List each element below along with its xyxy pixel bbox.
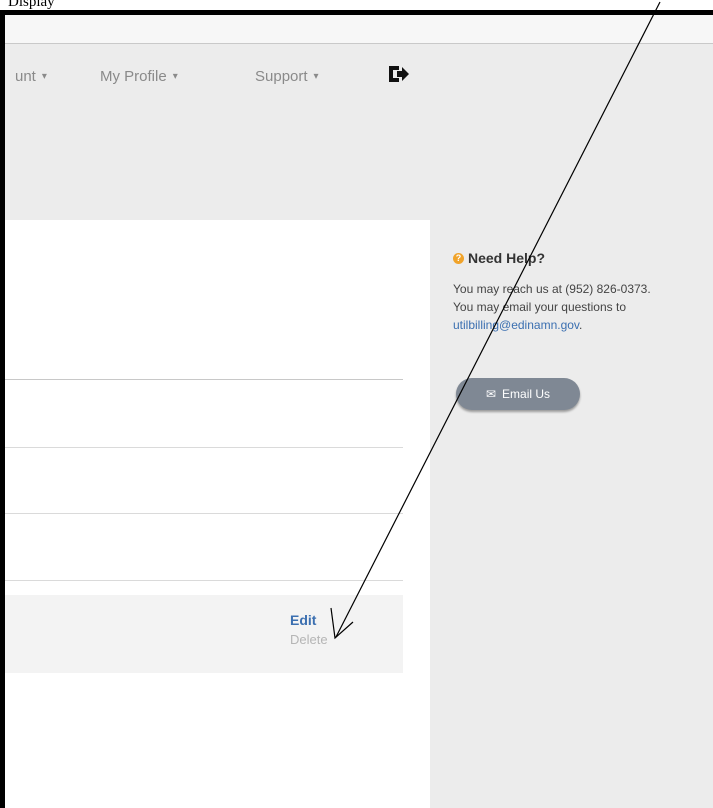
- envelope-icon: ✉: [485, 387, 497, 401]
- nav-support-label: Support: [255, 68, 308, 85]
- table-row: Edit Delete: [5, 595, 403, 673]
- divider: [5, 580, 403, 581]
- browser-frame: unt ▾ My Profile ▾ Support ▾ Edit Delete ? …: [0, 10, 713, 808]
- chevron-down-icon: ▾: [172, 71, 178, 82]
- chevron-down-icon: ▾: [41, 71, 47, 82]
- question-circle-icon: ?: [453, 252, 464, 264]
- divider: [5, 513, 403, 514]
- main-card: Edit Delete: [5, 220, 430, 808]
- delete-link[interactable]: Delete: [290, 632, 328, 647]
- help-panel: ? Need Help? You may reach us at (952) 8…: [453, 250, 713, 410]
- help-email-suffix: .: [579, 318, 583, 332]
- help-title-text: Need Help?: [468, 250, 546, 266]
- nav-my-profile[interactable]: My Profile ▾: [100, 68, 178, 85]
- email-us-button[interactable]: ✉ Email Us: [456, 378, 580, 410]
- help-phone-line: You may reach us at (952) 826-0373.: [453, 282, 651, 296]
- edit-link[interactable]: Edit: [290, 612, 316, 628]
- nav-bar: unt ▾ My Profile ▾ Support ▾: [5, 44, 713, 110]
- nav-account-label: unt: [15, 68, 36, 85]
- help-email-row: utilbilling@edinamn.gov.: [453, 316, 713, 334]
- nav-account[interactable]: unt ▾: [15, 68, 47, 85]
- email-us-label: Email Us: [502, 387, 551, 401]
- logout-icon[interactable]: [387, 63, 411, 85]
- nav-support[interactable]: Support ▾: [255, 68, 319, 85]
- divider: [5, 447, 403, 448]
- help-email-line: You may email your questions to: [453, 300, 626, 314]
- chevron-down-icon: ▾: [313, 71, 319, 82]
- help-title: ? Need Help?: [453, 250, 713, 266]
- nav-my-profile-label: My Profile: [100, 68, 167, 85]
- divider: [5, 379, 403, 380]
- help-email-link[interactable]: utilbilling@edinamn.gov: [453, 318, 579, 332]
- top-bar: [5, 15, 713, 44]
- help-text: You may reach us at (952) 826-0373. You …: [453, 280, 713, 334]
